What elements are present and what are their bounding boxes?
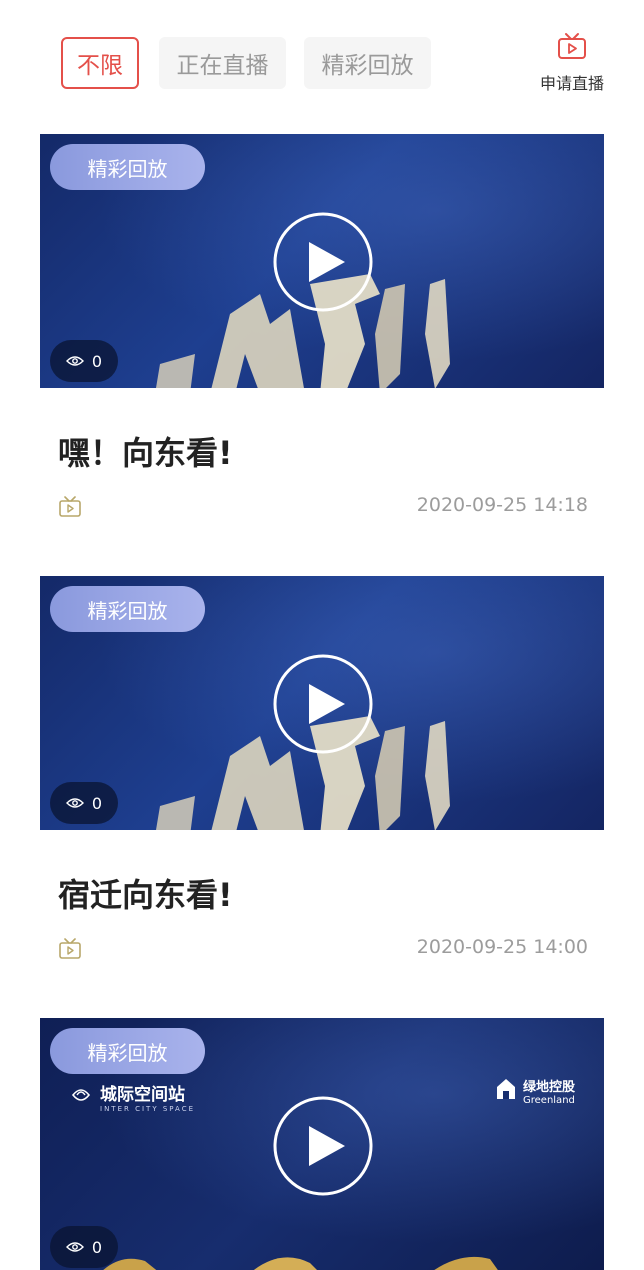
brand-right-sub: Greenland: [523, 1095, 575, 1106]
eye-icon: [65, 1238, 84, 1257]
view-count: 0: [50, 340, 118, 382]
view-count: 0: [50, 782, 118, 824]
live-card[interactable]: 精彩回放 0 嘿！向东看! 2020-09-25 14:18: [40, 134, 604, 534]
live-card[interactable]: 精彩回放 0 宿迁向东看! 2020-09-25 14:00: [40, 576, 604, 976]
filter-tab-live[interactable]: 正在直播: [159, 37, 286, 89]
view-count-value: 0: [91, 1237, 103, 1257]
filter-bar: 不限 正在直播 精彩回放 申请直播: [0, 0, 644, 120]
status-badge: 精彩回放: [50, 586, 205, 632]
status-badge: 精彩回放: [50, 144, 205, 190]
card-title[interactable]: 嘿！向东看!: [58, 428, 233, 474]
tv-icon: [58, 496, 82, 522]
view-count-value: 0: [91, 793, 103, 813]
view-count-value: 0: [91, 351, 103, 371]
tv-icon: [556, 32, 588, 64]
apply-live-label: 申请直播: [539, 74, 604, 93]
video-thumbnail[interactable]: 精彩回放 0: [40, 576, 604, 830]
brand-right-name: 绿地控股: [523, 1080, 576, 1095]
card-title[interactable]: 宿迁向东看!: [58, 870, 233, 916]
tv-icon: [58, 938, 82, 964]
view-count: 0: [50, 1226, 118, 1268]
filter-tab-unlimited[interactable]: 不限: [61, 37, 139, 89]
eye-icon: [65, 794, 84, 813]
brand-left-sub: INTER CITY SPACE: [100, 1105, 196, 1113]
play-icon[interactable]: [271, 1094, 375, 1202]
brand-left: 城际空间站 INTER CITY SPACE: [70, 1080, 195, 1113]
filter-tab-replay[interactable]: 精彩回放: [304, 37, 431, 89]
video-thumbnail[interactable]: 城际空间站 INTER CITY SPACE 绿地控股 Greenland 精彩…: [40, 1018, 604, 1270]
gold-calligraphy-art: [103, 1256, 498, 1270]
timestamp: 2020-09-25 14:18: [416, 494, 588, 516]
live-card[interactable]: 城际空间站 INTER CITY SPACE 绿地控股 Greenland 精彩…: [40, 1018, 604, 1270]
brand-left-name: 城际空间站: [100, 1085, 185, 1105]
eye-icon: [65, 352, 84, 371]
video-thumbnail[interactable]: 精彩回放 0: [40, 134, 604, 388]
logo-icon: [70, 1084, 92, 1110]
play-icon[interactable]: [271, 210, 375, 318]
status-badge: 精彩回放: [50, 1028, 205, 1074]
timestamp: 2020-09-25 14:00: [416, 936, 588, 958]
play-icon[interactable]: [271, 652, 375, 760]
apply-live-button[interactable]: 申请直播: [534, 32, 610, 96]
brand-right: 绿地控股 Greenland: [495, 1076, 575, 1106]
greenland-logo-icon: [495, 1077, 517, 1105]
